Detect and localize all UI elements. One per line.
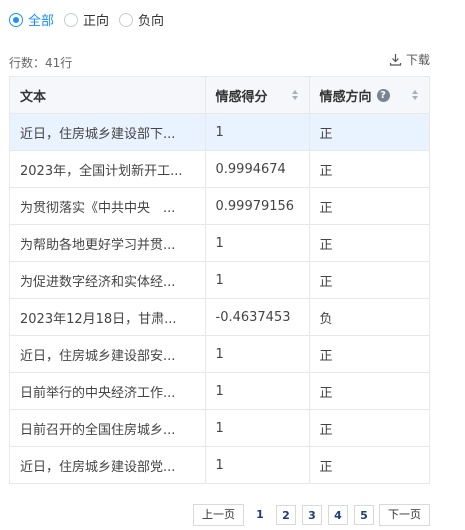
cell-text: 近日，住房城乡建设部下... bbox=[10, 113, 206, 151]
cell-text: 为促进数字经济和实体经... bbox=[10, 261, 206, 299]
radio-unchecked-icon bbox=[64, 12, 79, 27]
header-score[interactable]: 情感得分 bbox=[205, 77, 310, 114]
page-4-button[interactable]: 4 bbox=[328, 505, 348, 525]
cell-text: 为贯彻落实《中共中央 ... bbox=[10, 187, 206, 225]
page-3-button[interactable]: 3 bbox=[302, 505, 322, 525]
next-page-button[interactable]: 下一页 bbox=[379, 504, 430, 526]
cell-score: 1 bbox=[205, 224, 310, 262]
header-direction[interactable]: 情感方向 ? bbox=[309, 77, 429, 114]
header-text: 文本 bbox=[10, 77, 206, 114]
cell-score: 1 bbox=[205, 261, 310, 299]
cell-score: 0.9994674 bbox=[205, 150, 310, 188]
header-score-label: 情感得分 bbox=[215, 89, 268, 105]
help-icon[interactable]: ? bbox=[376, 88, 390, 102]
table-header-row: 文本 情感得分 情感方向 ? bbox=[10, 77, 429, 114]
cell-direction: 正 bbox=[319, 459, 333, 475]
cell-direction: 正 bbox=[309, 187, 429, 225]
cell-direction: 负 bbox=[309, 298, 429, 336]
table-row[interactable]: 日前举行的中央经济工作... 1 正 bbox=[10, 372, 429, 410]
page-2-button[interactable]: 2 bbox=[276, 505, 296, 525]
results-table: 文本 情感得分 情感方向 ? 近日，住房城乡建设部下... 1 正 2023年，… bbox=[9, 76, 430, 484]
sort-icon[interactable] bbox=[411, 88, 419, 102]
cell-direction: 正 bbox=[309, 224, 429, 262]
table-row[interactable]: 近日，住房城乡建设部党... 1 正 bbox=[10, 446, 429, 483]
cell-score: -0.4637453 bbox=[205, 298, 310, 336]
header-text-label: 文本 bbox=[20, 89, 47, 105]
cell-direction: 正 bbox=[309, 372, 429, 410]
cell-score: 1 bbox=[205, 113, 310, 151]
cell-text: 为帮助各地更好学习并贯... bbox=[10, 224, 206, 262]
table-row[interactable]: 为贯彻落实《中共中央 ... 0.99979156 正 bbox=[10, 187, 429, 225]
cell-score: 1 bbox=[205, 372, 310, 410]
filter-all-label: 全部 bbox=[28, 14, 55, 29]
download-button[interactable]: 下载 bbox=[389, 51, 430, 68]
cell-text: 近日，住房城乡建设部安... bbox=[10, 335, 206, 373]
page-1-button[interactable]: 1 bbox=[250, 505, 270, 525]
table-row[interactable]: 为促进数字经济和实体经... 1 正 bbox=[10, 261, 429, 299]
prev-page-button[interactable]: 上一页 bbox=[193, 504, 244, 526]
cell-direction: 正 bbox=[309, 261, 429, 299]
table-row[interactable]: 近日，住房城乡建设部安... 1 正 bbox=[10, 335, 429, 373]
row-count: 行数：41行 bbox=[9, 56, 73, 70]
filter-negative-radio[interactable]: 负向 bbox=[119, 10, 164, 29]
download-label: 下载 bbox=[405, 53, 430, 67]
cell-direction: 正 bbox=[309, 335, 429, 373]
table-row[interactable]: 2023年12月18日，甘肃... -0.4637453 负 bbox=[10, 298, 429, 336]
cell-score: 0.99979156 bbox=[205, 187, 310, 225]
sentiment-filter: 全部 正向 负向 bbox=[9, 10, 174, 29]
pagination: 上一页 1 2 3 4 5 下一页 bbox=[188, 504, 430, 526]
download-icon bbox=[389, 54, 402, 66]
table-row[interactable]: 2023年，全国计划新开工... 0.9994674 正 bbox=[10, 150, 429, 188]
cell-score: 1 bbox=[205, 335, 310, 373]
cell-direction: 正 bbox=[309, 113, 429, 151]
filter-negative-label: 负向 bbox=[138, 14, 165, 29]
filter-all-radio[interactable]: 全部 bbox=[9, 10, 54, 29]
radio-checked-icon bbox=[9, 12, 23, 27]
table-row[interactable]: 近日，住房城乡建设部下... 1 正 bbox=[10, 113, 429, 151]
header-direction-label: 情感方向 bbox=[319, 89, 372, 105]
table-row[interactable]: 为帮助各地更好学习并贯... 1 正 bbox=[10, 224, 429, 262]
cell-direction: 正 bbox=[309, 150, 429, 188]
cell-text: 日前召开的全国住房城乡... bbox=[10, 409, 206, 447]
cell-text: 2023年12月18日，甘肃... bbox=[10, 298, 206, 336]
sort-icon[interactable] bbox=[291, 88, 299, 102]
cell-text: 2023年，全国计划新开工... bbox=[10, 150, 206, 188]
cell-score: 1 bbox=[205, 446, 310, 483]
sentiment-results-panel: 全部 正向 负向 行数：41行 下载 文本 情感得分 情感方向 ? 近日，住房城… bbox=[0, 0, 465, 530]
cell-text: 近日，住房城乡建设部党... bbox=[10, 446, 206, 483]
radio-unchecked-icon bbox=[119, 12, 134, 27]
cell-direction: 正 bbox=[309, 409, 429, 447]
page-5-button[interactable]: 5 bbox=[354, 505, 374, 525]
cell-text: 日前举行的中央经济工作... bbox=[10, 372, 206, 410]
filter-positive-radio[interactable]: 正向 bbox=[64, 10, 109, 29]
table-row[interactable]: 日前召开的全国住房城乡... 1 正 bbox=[10, 409, 429, 447]
cell-score: 1 bbox=[205, 409, 310, 447]
filter-positive-label: 正向 bbox=[83, 14, 110, 29]
